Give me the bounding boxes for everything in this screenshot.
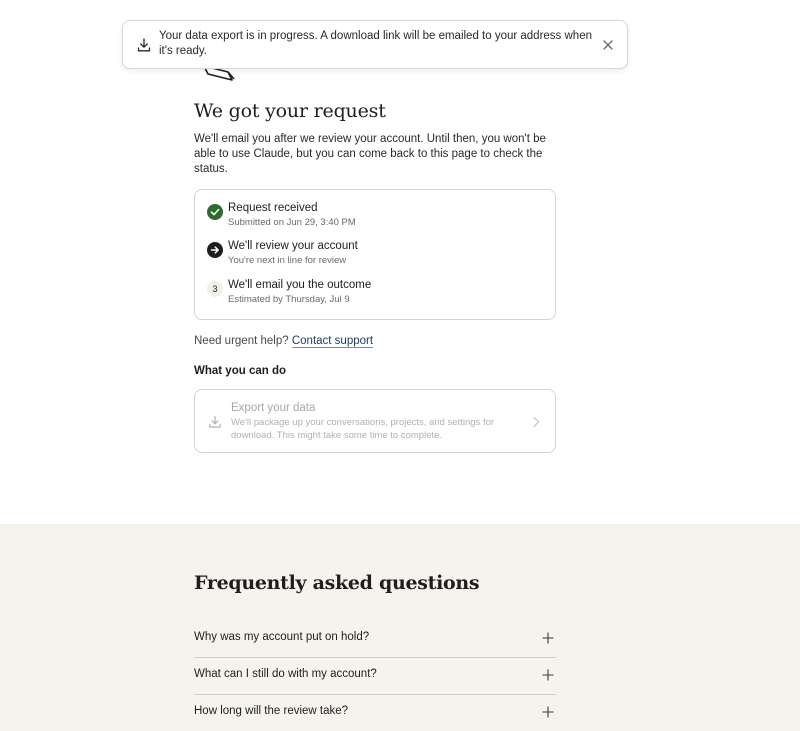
contact-support-link[interactable]: Contact support (291, 335, 374, 348)
plus-icon (542, 706, 554, 718)
step-subtitle: Estimated by Thursday, Jul 9 (228, 294, 350, 305)
status-card: Request received Submitted on Jun 29, 3:… (194, 189, 556, 320)
actions-heading: What you can do (194, 365, 286, 377)
faq-question: How long will the review take? (194, 705, 349, 717)
faq-item[interactable]: How long will the review take? (194, 695, 556, 731)
toast-message: Your data export is in progress. A downl… (159, 30, 592, 57)
faq-section: Frequently asked questions Why was my ac… (0, 524, 800, 731)
close-icon[interactable] (601, 38, 615, 52)
help-prefix: Need urgent help? (194, 335, 289, 347)
export-data-button[interactable]: Export your data We'll package up your c… (194, 389, 556, 453)
step-request-received: Request received Submitted on Jun 29, 3:… (207, 202, 537, 234)
intro-text: We'll email you after we review your acc… (194, 133, 546, 175)
faq-item[interactable]: Why was my account put on hold? (194, 621, 556, 658)
step-review-account: We'll review your account You're next in… (207, 240, 537, 272)
chevron-right-icon (533, 416, 540, 428)
step-subtitle: Submitted on Jun 29, 3:40 PM (228, 217, 356, 228)
step-number-badge: 3 (207, 281, 223, 297)
request-status-section: We got your request We'll email you afte… (0, 0, 800, 524)
page-title: We got your request (194, 100, 386, 122)
download-icon (137, 38, 151, 52)
faq-question: Why was my account put on hold? (194, 631, 370, 643)
faq-title: Frequently asked questions (194, 572, 480, 594)
step-email-outcome: 3 We'll email you the outcome Estimated … (207, 279, 537, 311)
step-title: We'll email you the outcome (228, 279, 372, 291)
step-subtitle: You're next in line for review (228, 255, 347, 266)
step-title: We'll review your account (228, 240, 358, 252)
export-title: Export your data (231, 402, 316, 414)
arrow-right-icon (207, 242, 223, 258)
step-title: Request received (228, 202, 318, 214)
plus-icon (542, 669, 554, 681)
plus-icon (542, 632, 554, 644)
urgent-help-text: Need urgent help? Contact support (194, 335, 374, 348)
faq-item[interactable]: What can I still do with my account? (194, 658, 556, 695)
check-icon (207, 204, 223, 220)
faq-question: What can I still do with my account? (194, 668, 377, 680)
download-icon (209, 415, 221, 428)
export-description: We'll package up your conversations, pro… (231, 417, 495, 441)
export-progress-toast: Your data export is in progress. A downl… (122, 20, 628, 69)
